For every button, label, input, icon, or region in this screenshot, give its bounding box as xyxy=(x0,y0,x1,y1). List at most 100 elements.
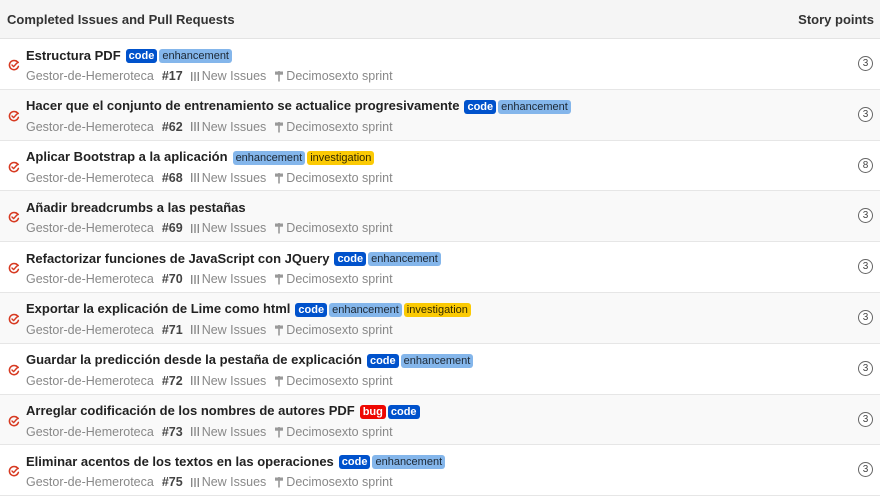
issue-row[interactable]: Arreglar codificación de los nombres de … xyxy=(0,394,880,446)
issue-title-line: Añadir breadcrumbs a las pestañas xyxy=(26,198,880,216)
pipeline-name: New Issues xyxy=(201,373,267,388)
issue-row[interactable]: Refactorizar funciones de JavaScript con… xyxy=(0,242,880,293)
pipeline-name: New Issues xyxy=(201,475,267,490)
pipeline-name: New Issues xyxy=(201,170,267,185)
issue-number[interactable]: #70 xyxy=(162,272,183,286)
repo-name[interactable]: Gestor-de-Hemeroteca xyxy=(26,374,154,388)
pipeline-name: New Issues xyxy=(201,221,267,236)
issue-labels: code enhancement xyxy=(334,249,442,267)
label-investigation[interactable]: investigation xyxy=(307,150,375,165)
issue-row[interactable]: Añadir breadcrumbs a las pestañas Gestor… xyxy=(0,191,880,243)
pipeline-icon xyxy=(190,325,199,335)
issue-title-link[interactable]: Exportar la explicación de Lime como htm… xyxy=(26,301,290,316)
story-points-column-header: Story points xyxy=(798,11,874,27)
issue-title-link[interactable]: Añadir breadcrumbs a las pestañas xyxy=(26,200,246,215)
repo-name[interactable]: Gestor-de-Hemeroteca xyxy=(26,171,154,185)
issue-number[interactable]: #71 xyxy=(162,323,183,337)
issue-labels: enhancement investigation xyxy=(232,148,377,166)
label-investigation[interactable]: investigation xyxy=(403,302,471,317)
issue-title-link[interactable]: Arreglar codificación de los nombres de … xyxy=(26,403,355,418)
label-enhancement[interactable]: enhancement xyxy=(372,455,446,470)
label-code[interactable]: code xyxy=(334,252,367,267)
repo-name[interactable]: Gestor-de-Hemeroteca xyxy=(26,221,154,235)
issue-number[interactable]: #72 xyxy=(162,374,183,388)
issue-row[interactable]: Estructura PDF code enhancement Gestor-de… xyxy=(0,39,880,90)
pipeline-icon xyxy=(190,71,199,81)
issue-number[interactable]: #73 xyxy=(162,425,183,439)
closed-issue-icon xyxy=(8,59,20,71)
label-code[interactable]: code xyxy=(387,404,420,419)
issue-row[interactable]: Eliminar acentos de los textos en las op… xyxy=(0,445,880,497)
pipeline-icon xyxy=(190,376,199,386)
milestone-name[interactable]: Decimosexto sprint xyxy=(286,171,392,185)
repo-name[interactable]: Gestor-de-Hemeroteca xyxy=(26,69,154,83)
label-enhancement[interactable]: enhancement xyxy=(368,252,441,267)
pipeline-icon xyxy=(190,274,199,284)
label-code[interactable]: code xyxy=(125,49,158,63)
issue-meta: Gestor-de-Hemeroteca #62 New Issues Deci… xyxy=(26,118,880,136)
issue-meta: Gestor-de-Hemeroteca #73 New Issues Deci… xyxy=(26,423,880,441)
panel-header: Completed Issues and Pull Requests Story… xyxy=(0,0,880,39)
label-enhancement[interactable]: enhancement xyxy=(329,302,402,317)
issue-labels: bug code xyxy=(359,402,422,420)
closed-issue-icon xyxy=(8,161,20,172)
milestone-name[interactable]: Decimosexto sprint xyxy=(286,120,392,134)
pipeline-icon xyxy=(190,427,199,437)
issue-number[interactable]: #75 xyxy=(162,475,183,489)
label-enhancement[interactable]: enhancement xyxy=(232,150,306,165)
label-enhancement[interactable]: enhancement xyxy=(400,353,474,368)
issue-title-link[interactable]: Estructura PDF xyxy=(26,48,121,63)
repo-name[interactable]: Gestor-de-Hemeroteca xyxy=(26,475,154,489)
story-points-badge: 3 xyxy=(858,56,873,71)
milestone-name[interactable]: Decimosexto sprint xyxy=(286,221,392,235)
issue-number[interactable]: #69 xyxy=(162,221,183,235)
milestone-name[interactable]: Decimosexto sprint xyxy=(286,374,392,388)
closed-issue-icon xyxy=(8,415,20,426)
panel-title: Completed Issues and Pull Requests xyxy=(7,11,235,27)
milestone-icon xyxy=(275,375,284,387)
story-points-badge: 3 xyxy=(858,360,873,376)
issue-title-link[interactable]: Aplicar Bootstrap a la aplicación xyxy=(26,149,228,164)
repo-name[interactable]: Gestor-de-Hemeroteca xyxy=(26,425,154,439)
issue-title-line: Refactorizar funciones de JavaScript con… xyxy=(26,249,880,267)
label-code[interactable]: code xyxy=(366,353,399,368)
pipeline-icon xyxy=(190,477,199,487)
issue-row[interactable]: Hacer que el conjunto de entrenamiento s… xyxy=(0,89,880,141)
closed-issue-icon xyxy=(8,364,20,376)
label-bug[interactable]: bug xyxy=(359,404,386,419)
closed-issue-icon xyxy=(8,110,20,122)
milestone-name[interactable]: Decimosexto sprint xyxy=(286,475,392,489)
issue-title-link[interactable]: Guardar la predicción desde la pestaña d… xyxy=(26,352,362,367)
milestone-icon xyxy=(275,121,284,133)
pipeline-icon xyxy=(190,223,199,233)
issue-title-link[interactable]: Eliminar acentos de los textos en las op… xyxy=(26,454,334,469)
closed-issue-icon xyxy=(8,262,20,274)
repo-name[interactable]: Gestor-de-Hemeroteca xyxy=(26,272,154,286)
repo-name[interactable]: Gestor-de-Hemeroteca xyxy=(26,120,154,134)
issue-row[interactable]: Exportar la explicación de Lime como htm… xyxy=(0,292,880,344)
milestone-name[interactable]: Decimosexto sprint xyxy=(286,323,392,337)
pipeline-name: New Issues xyxy=(201,322,267,337)
label-code[interactable]: code xyxy=(464,99,497,114)
repo-name[interactable]: Gestor-de-Hemeroteca xyxy=(26,323,154,337)
issue-number[interactable]: #68 xyxy=(162,171,183,185)
issue-list: Estructura PDF code enhancement Gestor-de… xyxy=(0,39,880,497)
label-code[interactable]: code xyxy=(295,302,328,317)
issue-title-link[interactable]: Refactorizar funciones de JavaScript con… xyxy=(26,251,329,266)
milestone-name[interactable]: Decimosexto sprint xyxy=(286,425,392,439)
milestone-name[interactable]: Decimosexto sprint xyxy=(286,69,392,83)
label-enhancement[interactable]: enhancement xyxy=(159,49,232,63)
closed-issue-icon xyxy=(8,212,20,223)
milestone-name[interactable]: Decimosexto sprint xyxy=(286,272,392,286)
pipeline-name: New Issues xyxy=(201,272,267,287)
label-code[interactable]: code xyxy=(338,455,371,470)
issue-title-line: Guardar la predicción desde la pestaña d… xyxy=(26,351,880,369)
issue-number[interactable]: #17 xyxy=(162,69,183,83)
issue-number[interactable]: #62 xyxy=(162,120,183,134)
issue-row[interactable]: Guardar la predicción desde la pestaña d… xyxy=(0,343,880,395)
issue-row[interactable]: Aplicar Bootstrap a la aplicación enhanc… xyxy=(0,140,880,192)
issue-title-link[interactable]: Hacer que el conjunto de entrenamiento s… xyxy=(26,98,459,113)
issue-title-line: Eliminar acentos de los textos en las op… xyxy=(26,452,880,470)
label-enhancement[interactable]: enhancement xyxy=(498,99,571,114)
milestone-icon xyxy=(275,223,284,234)
